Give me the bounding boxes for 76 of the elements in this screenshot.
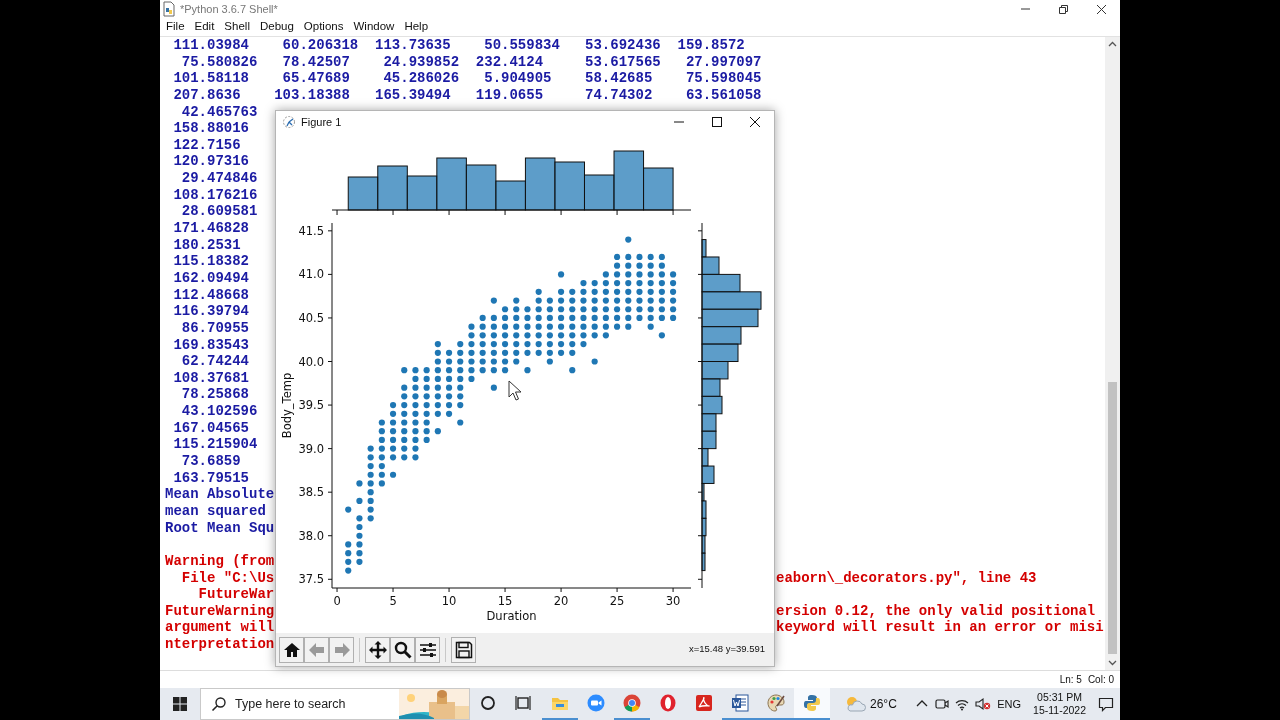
output-text: FutureWar: [197, 586, 275, 603]
output-text: eaborn\_decorators.py", line 43: [776, 569, 1037, 587]
output-text: 86.70955: [180, 319, 249, 337]
tick-label: 40.0: [298, 354, 324, 369]
menu-item[interactable]: Edit: [190, 18, 219, 36]
output-text: 169.83543: [172, 336, 249, 354]
output-text: 116.39794: [172, 303, 249, 320]
output-text: ersion 0.12, the only valid positional: [776, 602, 1096, 620]
output-text: 28.609581: [180, 203, 258, 221]
coordinates-text: x=15.48 y=39.591: [688, 642, 766, 657]
tick-label: 41.0: [298, 267, 324, 282]
output-text: 207.8636 103.18388 165.39494 119.0655 74.74302 63.561058: [172, 86, 762, 104]
output-text: Mean Absolute: [165, 486, 275, 503]
output-text: File "C:\Us: [180, 569, 275, 587]
window-title: Figure 1: [301, 114, 342, 130]
output-text: 108.37681: [172, 369, 249, 387]
output-text: nterpretation: [165, 636, 275, 653]
output-text: 171.46828: [172, 220, 249, 237]
output-text: 120.97316: [172, 153, 249, 171]
tick-label: 38.5: [298, 485, 324, 500]
clock[interactable]: 05:31 PM 15-11-2022: [1033, 691, 1086, 717]
line-indicator: Ln: 5: [1059, 673, 1082, 687]
output-text: keyword will result in an error or misi: [776, 619, 1104, 637]
menu-item[interactable]: Debug: [255, 18, 298, 36]
date-text: 15-11-2022: [1033, 704, 1086, 717]
tick-label: 0: [333, 594, 341, 608]
menu-item[interactable]: Help: [400, 18, 433, 36]
tick-label: 25: [609, 594, 625, 608]
tick-label: 38.0: [298, 528, 324, 543]
menu-item[interactable]: Window: [349, 18, 399, 36]
output-text: 78.25868: [180, 386, 249, 404]
tick-label: 40.5: [298, 310, 324, 325]
output-text: 101.58118 65.47689 45.286026 5.904905 58.42685 75.598045: [172, 70, 762, 87]
output-text: 158.88016: [172, 120, 249, 137]
tick-label: 39.0: [298, 441, 324, 456]
output-text: 62.74244: [180, 353, 249, 370]
output-text: 75.580826 78.42507 24.939852 232.4124 53.617565 27.997097: [180, 53, 762, 71]
tick-label: 10: [441, 594, 457, 608]
output-text: 111.03984 60.206318 113.73635 50.559834 53.692436 159.8572: [172, 37, 745, 54]
column-indicator: Col: 0: [1087, 673, 1114, 687]
tick-label: 15: [497, 594, 513, 608]
axis-label: Body_Temp: [280, 372, 294, 439]
output-text: 167.04565: [172, 419, 249, 437]
tick-label: 20: [553, 594, 569, 608]
output-text: 115.215904: [172, 436, 258, 454]
window-title: *Python 3.6.7 Shell*: [180, 1, 278, 17]
output-text: FutureWarning: [165, 602, 275, 620]
output-text: mean squared: [165, 502, 266, 520]
tick-label: 30: [665, 594, 681, 608]
output-text: 42.465763: [180, 103, 258, 121]
search-bar[interactable]: Type here to search: [200, 688, 470, 720]
tick-label: 5: [389, 594, 397, 608]
language-indicator[interactable]: ENG: [997, 695, 1022, 713]
tick-label: 41.5: [298, 223, 324, 238]
output-text: Warning (from: [165, 552, 275, 570]
tick-label: 39.5: [298, 398, 324, 413]
axis-label: Duration: [486, 609, 537, 623]
tick-label: 37.5: [298, 572, 324, 587]
output-text: 122.7156: [172, 136, 241, 154]
search-field[interactable]: Type here to search: [235, 694, 391, 714]
temperature-text: 26°C: [870, 696, 897, 713]
output-text: 43.102596: [180, 403, 258, 420]
output-text: argument will: [165, 619, 275, 637]
output-text: 115.18382: [172, 253, 249, 270]
output-text: 73.6859: [180, 453, 241, 470]
time-text: 05:31 PM: [1037, 691, 1082, 704]
output-text: 163.79515: [172, 469, 249, 487]
menu-item[interactable]: File: [162, 18, 189, 36]
output-text: 180.2531: [172, 236, 241, 254]
output-text: Root Mean Squ: [165, 519, 275, 537]
output-text: 112.48668: [172, 286, 249, 304]
output-text: 29.474846: [180, 170, 258, 187]
output-text: 108.176216: [172, 186, 258, 204]
menu-item[interactable]: Options: [299, 18, 348, 36]
output-text: 162.09494: [172, 269, 249, 287]
menu-item[interactable]: Shell: [220, 18, 254, 36]
